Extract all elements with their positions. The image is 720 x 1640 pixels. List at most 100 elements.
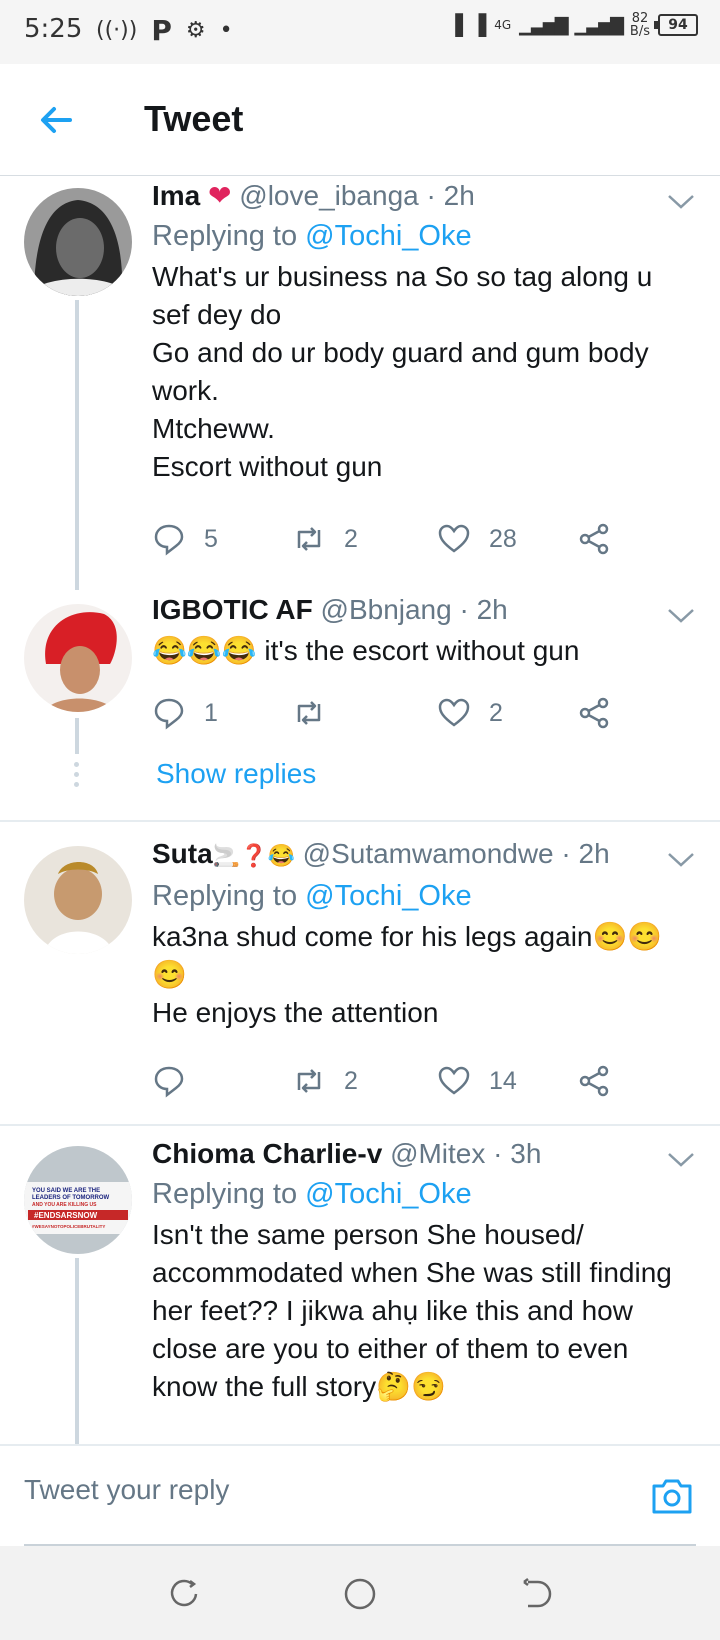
timestamp: · 3h — [493, 1138, 542, 1169]
dot-icon: • — [219, 18, 233, 43]
camera-icon[interactable] — [650, 1476, 694, 1516]
tweet-text: What's ur business na So so tag along u … — [152, 261, 653, 482]
handle[interactable]: @Sutamwamondwe — [303, 838, 554, 869]
display-name[interactable]: Suta — [152, 838, 213, 869]
tweet-actions: 5 2 28 — [152, 522, 612, 562]
timestamp: · 2h — [426, 180, 475, 211]
tweet-text: 😂😂😂 it's the escort without gun — [152, 635, 580, 666]
avatar-ima[interactable] — [24, 188, 132, 296]
tweet-text: ka3na shud come for his legs again😊😊😊 He… — [152, 921, 663, 1028]
network-speed: 82 B/s — [629, 11, 650, 39]
page-title: Tweet — [144, 98, 244, 139]
timestamp: · 2h — [459, 594, 508, 625]
chevron-down-icon[interactable] — [666, 192, 696, 212]
mention-link[interactable]: @Tochi_Oke — [305, 1178, 471, 1210]
share-icon — [579, 523, 609, 555]
share-button[interactable] — [577, 1064, 611, 1098]
banner-line-5: #WESAYNOTOPOLICEBRUTALITY — [32, 1224, 105, 1229]
display-name[interactable]: IGBOTIC AF — [152, 594, 313, 625]
share-button[interactable] — [577, 522, 611, 556]
retweet-icon — [297, 527, 321, 551]
tweet-3[interactable]: Suta🚬❓😂 @Sutamwamondwe · 2h Replying to … — [0, 834, 720, 1124]
signal-icon-2: ▁▃▅▇ — [574, 14, 624, 36]
recents-icon[interactable] — [166, 1576, 202, 1612]
banner-line-1: YOU SAID WE ARE THE — [32, 1188, 100, 1194]
tweet-header: Chioma Charlie-v @Mitex · 3h — [152, 1134, 680, 1174]
retweet-button[interactable]: 2 — [292, 522, 358, 556]
reply-button[interactable] — [152, 1064, 204, 1098]
name-emoji: 🚬❓😂 — [212, 843, 295, 868]
like-button[interactable]: 14 — [437, 1064, 517, 1098]
banner-line-4: #ENDSARSNOW — [34, 1211, 98, 1220]
chevron-down-icon[interactable] — [666, 850, 696, 870]
reply-bar: Tweet your reply — [0, 1444, 720, 1546]
like-button[interactable]: 28 — [437, 522, 517, 556]
reply-icon — [154, 698, 184, 730]
retweet-button[interactable] — [292, 696, 344, 730]
thread-line — [75, 1258, 79, 1444]
share-button[interactable] — [577, 696, 611, 730]
tweet-header: Suta🚬❓😂 @Sutamwamondwe · 2h — [152, 834, 680, 876]
handle[interactable]: @love_ibanga — [239, 180, 418, 211]
back-arrow-icon[interactable] — [36, 100, 76, 140]
display-name[interactable]: Chioma Charlie-v — [152, 1138, 382, 1169]
banner-line-3: AND YOU ARE KILLING US — [32, 1202, 97, 1208]
reply-button[interactable]: 5 — [152, 522, 218, 556]
home-icon[interactable] — [342, 1576, 378, 1612]
chevron-down-icon[interactable] — [666, 1150, 696, 1170]
heart-icon — [438, 1066, 470, 1095]
hotspot-icon: ((·)) — [96, 18, 138, 43]
replying-to: Replying to @Tochi_Oke — [152, 1178, 472, 1210]
status-bar: 5:25 ((·)) P ⚙ • ▌▐ 4G ▁▃▅▇ ▁▃▅▇ 82 B/s … — [0, 0, 720, 64]
chevron-down-icon[interactable] — [666, 606, 696, 626]
avatar-chioma[interactable]: YOU SAID WE ARE THE LEADERS OF TOMORROW … — [24, 1146, 132, 1254]
battery-icon: 94 — [654, 14, 698, 36]
tweet-header: IGBOTIC AF @Bbnjang · 2h — [152, 590, 680, 630]
back-icon[interactable] — [518, 1576, 554, 1612]
avatar-suta[interactable] — [24, 846, 132, 954]
banner-line-2: LEADERS OF TOMORROW — [32, 1195, 110, 1201]
tweet-actions: 2 14 — [152, 1064, 612, 1104]
signal-icon: ▁▃▅▇ — [519, 14, 568, 36]
tweet-2[interactable]: IGBOTIC AF @Bbnjang · 2h 😂😂😂 it's the es… — [0, 590, 720, 820]
network-type: 4G — [494, 18, 512, 32]
header: Tweet — [0, 64, 720, 176]
replying-to: Replying to @Tochi_Oke — [152, 220, 472, 252]
reply-icon — [154, 1066, 184, 1098]
heart-icon — [438, 698, 470, 727]
like-button[interactable]: 2 — [437, 696, 503, 730]
show-replies-link[interactable]: Show replies — [156, 758, 316, 790]
divider — [0, 820, 720, 822]
display-name[interactable]: Ima — [152, 180, 200, 211]
tweet-actions: 1 2 — [152, 696, 612, 736]
mention-link[interactable]: @Tochi_Oke — [305, 220, 471, 252]
handle[interactable]: @Bbnjang — [321, 594, 452, 625]
heart-icon — [438, 524, 470, 553]
retweet-button[interactable]: 2 — [292, 1064, 358, 1098]
share-icon — [579, 697, 609, 729]
reply-input[interactable]: Tweet your reply — [24, 1474, 229, 1506]
thread-line — [75, 718, 79, 754]
heart-emoji: ❤ — [208, 180, 232, 211]
system-nav-bar — [0, 1546, 720, 1640]
tweet-4[interactable]: YOU SAID WE ARE THE LEADERS OF TOMORROW … — [0, 1134, 720, 1444]
divider — [0, 1124, 720, 1126]
vibrate-icon: ▌▐ — [455, 13, 487, 37]
share-icon — [579, 1065, 609, 1097]
tweet-header: Ima ❤ @love_ibanga · 2h — [152, 176, 680, 216]
timestamp: · 2h — [561, 838, 610, 869]
tweet-text: Isn't the same person She housed/ accomm… — [152, 1219, 672, 1402]
parking-app-icon: P — [151, 14, 172, 47]
retweet-icon — [297, 1069, 321, 1093]
status-time: 5:25 — [24, 14, 83, 44]
handle[interactable]: @Mitex — [390, 1138, 485, 1169]
avatar-igbotic[interactable] — [24, 604, 132, 712]
thread-dots — [74, 762, 80, 792]
mention-link[interactable]: @Tochi_Oke — [305, 880, 471, 912]
reply-icon — [154, 524, 184, 556]
reply-button[interactable]: 1 — [152, 696, 218, 730]
gear-icon: ⚙ — [185, 18, 206, 43]
retweet-icon — [297, 701, 321, 725]
replying-to: Replying to @Tochi_Oke — [152, 880, 472, 912]
tweet-1[interactable]: Ima ❤ @love_ibanga · 2h Replying to @Toc… — [0, 176, 720, 590]
